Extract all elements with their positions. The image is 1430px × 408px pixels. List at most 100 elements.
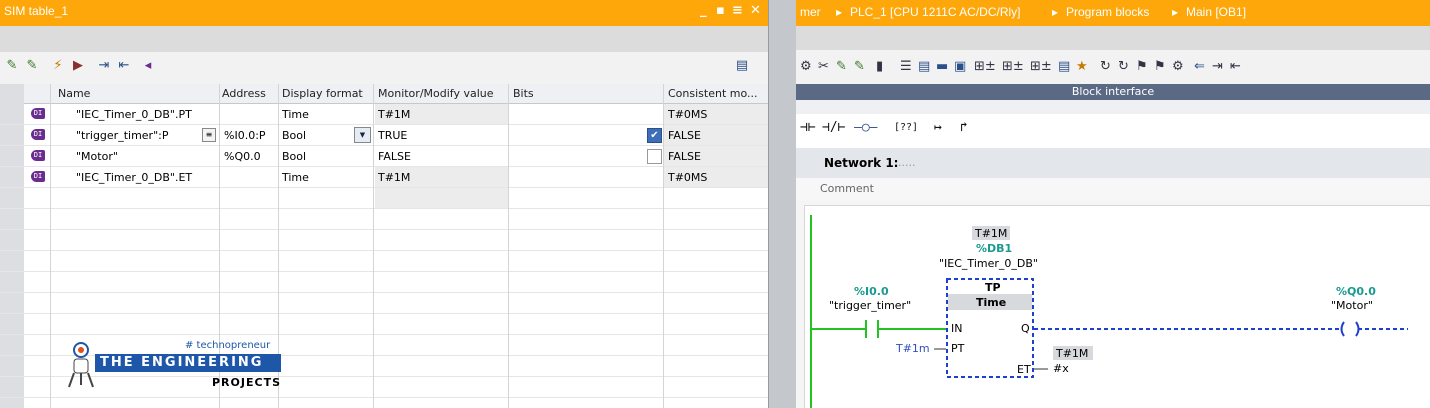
block-subtype[interactable]: Time — [976, 296, 1006, 309]
col-address[interactable]: Address — [222, 87, 266, 100]
monitor-cell-bg — [375, 188, 508, 208]
empty-row[interactable] — [0, 314, 768, 335]
row-monitor-value[interactable]: T#1M — [378, 171, 410, 184]
table-row[interactable]: DI "trigger_timer":P ≡ %I0.0:P Bool ▼ TR… — [0, 125, 768, 146]
logo-hashtag: # technopreneur — [185, 340, 271, 351]
row-header[interactable] — [0, 398, 24, 408]
db-address[interactable]: %DB1 — [976, 242, 1012, 255]
add-tag-icon[interactable]: ◂ — [140, 58, 156, 74]
row-address[interactable]: %I0.0:P — [224, 129, 266, 142]
row-format[interactable]: Time — [282, 171, 309, 184]
row-name[interactable]: "Motor" — [76, 150, 118, 163]
col-monitor-modify[interactable]: Monitor/Modify value — [378, 87, 494, 100]
pin-et: ET — [1017, 363, 1031, 376]
row-format[interactable]: Time — [282, 108, 309, 121]
row-header[interactable] — [0, 356, 24, 376]
row-consistent[interactable]: FALSE — [668, 150, 701, 163]
row-name[interactable]: "trigger_timer":P — [76, 129, 168, 142]
col-bits[interactable]: Bits — [513, 87, 534, 100]
empty-row[interactable] — [0, 209, 768, 230]
close-icon[interactable]: ✕ — [750, 3, 761, 18]
table-row[interactable]: DI "Motor" %Q0.0 Bool FALSE FALSE — [0, 146, 768, 167]
col-divider — [50, 84, 51, 408]
coil-name[interactable]: "Motor" — [1331, 299, 1373, 312]
window-title: SIM table_1 — [4, 4, 69, 18]
float-window-icon[interactable]: ▪ — [716, 3, 725, 18]
tag-icon: DI — [31, 108, 45, 119]
row-header[interactable] — [0, 335, 24, 355]
empty-row[interactable] — [0, 230, 768, 251]
row-monitor-value[interactable]: FALSE — [378, 150, 411, 163]
import-icon[interactable]: ⇤ — [116, 58, 132, 74]
tag-picker-icon[interactable]: ≡ — [202, 128, 216, 142]
tag-icon: DI — [31, 150, 45, 161]
sim-table-titlebar: SIM table_1 _ ▪ ≡ ✕ — [0, 0, 768, 26]
window-splitter[interactable] — [768, 0, 798, 408]
pt-value[interactable]: T#1m — [896, 342, 930, 355]
row-header[interactable] — [0, 146, 24, 166]
col-name[interactable]: Name — [58, 87, 90, 100]
insert-row-icon[interactable]: ✎ — [24, 58, 40, 74]
bits-checkbox[interactable]: ✔ — [647, 128, 662, 143]
tag-icon: DI — [31, 129, 45, 140]
robot-logo-icon — [68, 342, 94, 388]
contact-address[interactable]: %I0.0 — [854, 285, 889, 298]
header-corner — [0, 84, 24, 104]
export-icon[interactable]: ⇥ — [96, 58, 112, 74]
row-header[interactable] — [0, 251, 24, 271]
empty-row[interactable] — [0, 188, 768, 209]
col-consistent[interactable]: Consistent mo... — [668, 87, 758, 100]
table-view-icon[interactable]: ▤ — [734, 58, 750, 74]
row-header[interactable] — [0, 230, 24, 250]
empty-row[interactable] — [0, 398, 768, 408]
row-monitor-value[interactable]: T#1M — [378, 108, 410, 121]
row-consistent[interactable]: T#0MS — [668, 108, 707, 121]
row-header[interactable] — [0, 125, 24, 145]
pin-q: Q — [1021, 322, 1030, 335]
row-header[interactable] — [0, 377, 24, 397]
col-display-format[interactable]: Display format — [282, 87, 363, 100]
row-header[interactable] — [0, 167, 24, 187]
row-consistent[interactable]: T#0MS — [668, 171, 707, 184]
et-target[interactable]: #x — [1053, 362, 1069, 375]
col-divider — [373, 84, 374, 408]
row-name[interactable]: "IEC_Timer_0_DB".ET — [76, 171, 192, 184]
sim-table-window: SIM table_1 _ ▪ ≡ ✕ ✎ ✎ ⚡ ▶ ⇥ ⇤ ◂ ▤ Name… — [0, 0, 768, 408]
table-row[interactable]: DI "IEC_Timer_0_DB".ET Time T#1M T#0MS — [0, 167, 768, 188]
logo-sub-text: PROJECTS — [212, 376, 281, 389]
program-editor-window: mer ▸ PLC_1 [CPU 1211C AC/DC/Rly] ▸ Prog… — [796, 0, 1430, 408]
row-monitor-value[interactable]: TRUE — [378, 129, 407, 142]
row-header[interactable] — [0, 293, 24, 313]
coil-address[interactable]: %Q0.0 — [1336, 285, 1376, 298]
format-dropdown-icon[interactable]: ▼ — [354, 127, 371, 143]
empty-row[interactable] — [0, 251, 768, 272]
bits-checkbox[interactable] — [647, 149, 662, 164]
col-divider — [663, 84, 664, 408]
table-row[interactable]: DI "IEC_Timer_0_DB".PT Time T#1M T#0MS — [0, 104, 768, 125]
empty-row[interactable] — [0, 272, 768, 293]
block-type: TP — [985, 281, 1001, 294]
row-header[interactable] — [0, 188, 24, 208]
row-header[interactable] — [0, 314, 24, 334]
db-name[interactable]: "IEC_Timer_0_DB" — [939, 257, 1038, 270]
minimize-icon[interactable]: _ — [700, 3, 707, 18]
row-header[interactable] — [0, 272, 24, 292]
row-consistent[interactable]: FALSE — [668, 129, 701, 142]
empty-row[interactable] — [0, 335, 768, 356]
timer-preset-top: T#1M — [975, 227, 1008, 240]
add-row-icon[interactable]: ✎ — [4, 58, 20, 74]
row-address[interactable]: %Q0.0 — [224, 150, 261, 163]
pin-pt: PT — [951, 342, 965, 355]
empty-row[interactable] — [0, 293, 768, 314]
maximize-icon[interactable]: ≡ — [732, 3, 743, 18]
row-format[interactable]: Bool — [282, 129, 306, 142]
row-header[interactable] — [0, 209, 24, 229]
contact-name[interactable]: "trigger_timer" — [829, 299, 911, 312]
modify-now-icon[interactable]: ⚡ — [50, 58, 66, 74]
modify-trigger-icon[interactable]: ▶ — [70, 58, 86, 74]
row-name[interactable]: "IEC_Timer_0_DB".PT — [76, 108, 192, 121]
row-format[interactable]: Bool — [282, 150, 306, 163]
col-divider — [508, 84, 509, 408]
empty-row[interactable] — [0, 377, 768, 398]
row-header[interactable] — [0, 104, 24, 124]
